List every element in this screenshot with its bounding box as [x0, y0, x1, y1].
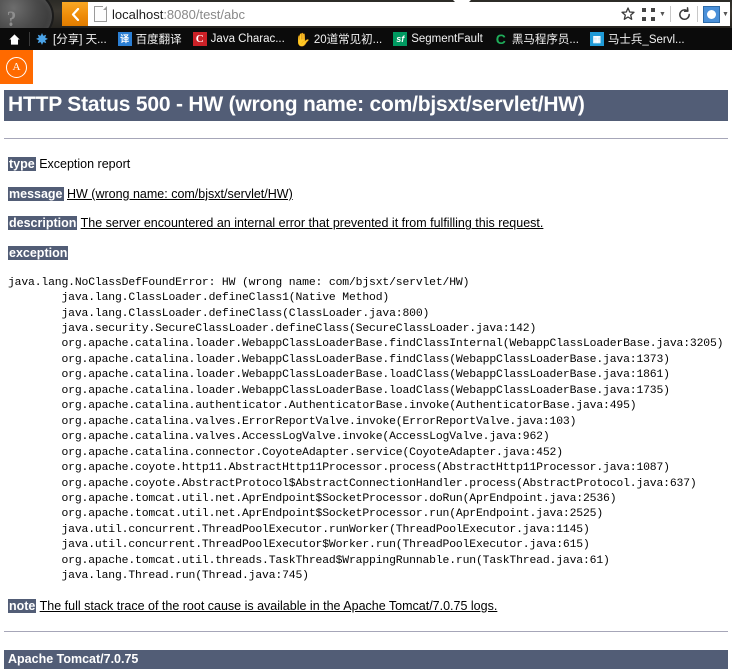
divider-top [4, 138, 728, 140]
sparkle-icon: ✸ [36, 31, 48, 47]
qr-code-button[interactable] [638, 3, 658, 25]
bookmark-item-4[interactable]: sf SegmentFault [393, 29, 483, 49]
extension-button[interactable] [701, 3, 721, 25]
error-exception-line: exception [8, 246, 728, 262]
bookmark-item-3[interactable]: ✋ 20道常见初... [294, 29, 383, 49]
extension-dropdown-caret[interactable]: ▼ [721, 3, 730, 25]
segmentfault-icon: sf [393, 32, 408, 46]
error-type-label: type [8, 157, 36, 172]
favicon-strip: A [0, 50, 732, 90]
qr-dropdown-caret[interactable]: ▼ [658, 3, 667, 25]
bookmark-label-0: [分享] 天... [53, 34, 107, 46]
reload-button[interactable] [674, 3, 694, 25]
c-letter-icon: C [192, 32, 207, 46]
home-icon [8, 33, 20, 45]
error-message-label: message [8, 186, 64, 201]
bookmark-label-4: SegmentFault [411, 33, 483, 45]
divider-bottom [4, 631, 728, 633]
bookmarks-divider [29, 32, 30, 46]
error-description-line: description The server encountered an in… [8, 216, 728, 232]
error-note-line: note The full stack trace of the root ca… [8, 598, 728, 615]
bookmark-label-6: 马士兵_Servl... [607, 34, 685, 46]
stack-trace: java.lang.NoClassDefFoundError: HW (wron… [8, 276, 724, 583]
address-bar[interactable]: localhost:8080/test/abc [88, 2, 618, 26]
extension-icon [702, 5, 720, 23]
baidu-translate-icon: 译 [117, 32, 132, 46]
reload-icon [678, 6, 690, 20]
bookmark-label-2: Java Charac... [210, 33, 285, 45]
address-bar-text: localhost:8080/test/abc [112, 7, 245, 22]
toolbar-separator-2 [697, 6, 698, 22]
bookmark-label-1: 百度翻译 [135, 34, 182, 46]
calendar-icon: ▦ [589, 32, 604, 46]
error-note-label: note [8, 598, 37, 613]
bookmark-item-2[interactable]: C Java Charac... [192, 29, 285, 49]
toolbar-right-actions: ▼ ▼ [618, 2, 730, 26]
green-c-icon: C [495, 31, 506, 47]
error-message-value: HW (wrong name: com/bjsxt/servlet/HW) [67, 186, 293, 201]
bookmark-home-button[interactable] [4, 29, 24, 49]
tomcat-error-page: HTTP Status 500 - HW (wrong name: com/bj… [0, 90, 732, 669]
back-arrow-icon [71, 7, 79, 21]
app-badge-tile[interactable]: A [0, 50, 33, 84]
url-path: :8080/test/abc [163, 6, 245, 22]
error-note-value: The full stack trace of the root cause i… [39, 598, 498, 613]
error-type-line: type Exception report [8, 157, 728, 173]
app-badge-letter: A [6, 56, 27, 78]
footer-server-version: Apache Tomcat/7.0.75 [4, 650, 728, 669]
star-icon [621, 7, 635, 20]
bookmark-item-5[interactable]: C 黑马程序员... [494, 29, 579, 49]
bookmark-label-5: 黑马程序员... [511, 34, 579, 46]
browser-toolbar: ? localhost:8080/test/abc ▼ ▼ [0, 0, 732, 28]
back-button[interactable] [62, 2, 88, 26]
error-exception-label: exception [8, 246, 69, 261]
document-icon [94, 6, 107, 22]
bookmarks-bar: ✸ [分享] 天... 译 百度翻译 C Java Charac... ✋ 20… [0, 28, 732, 50]
bookmark-star-button[interactable] [618, 3, 638, 25]
hand-icon: ✋ [294, 31, 311, 47]
url-host: localhost [112, 6, 164, 22]
bookmark-item-1[interactable]: 译 百度翻译 [117, 29, 182, 49]
bookmark-label-3: 20道常见初... [313, 34, 383, 46]
error-description-label: description [8, 216, 78, 231]
error-type-value: Exception report [39, 157, 131, 172]
bookmark-item-0[interactable]: ✸ [分享] 天... [35, 29, 107, 49]
qr-code-icon [641, 7, 655, 21]
error-message-line: message HW (wrong name: com/bjsxt/servle… [8, 186, 728, 203]
browser-logo: ? [0, 0, 54, 28]
toolbar-separator [670, 6, 671, 22]
error-description-value: The server encountered an internal error… [80, 216, 544, 231]
page-title: HTTP Status 500 - HW (wrong name: com/bj… [4, 90, 728, 122]
bookmark-item-6[interactable]: ▦ 马士兵_Servl... [589, 29, 685, 49]
browser-logo-glyph: ? [6, 6, 17, 28]
